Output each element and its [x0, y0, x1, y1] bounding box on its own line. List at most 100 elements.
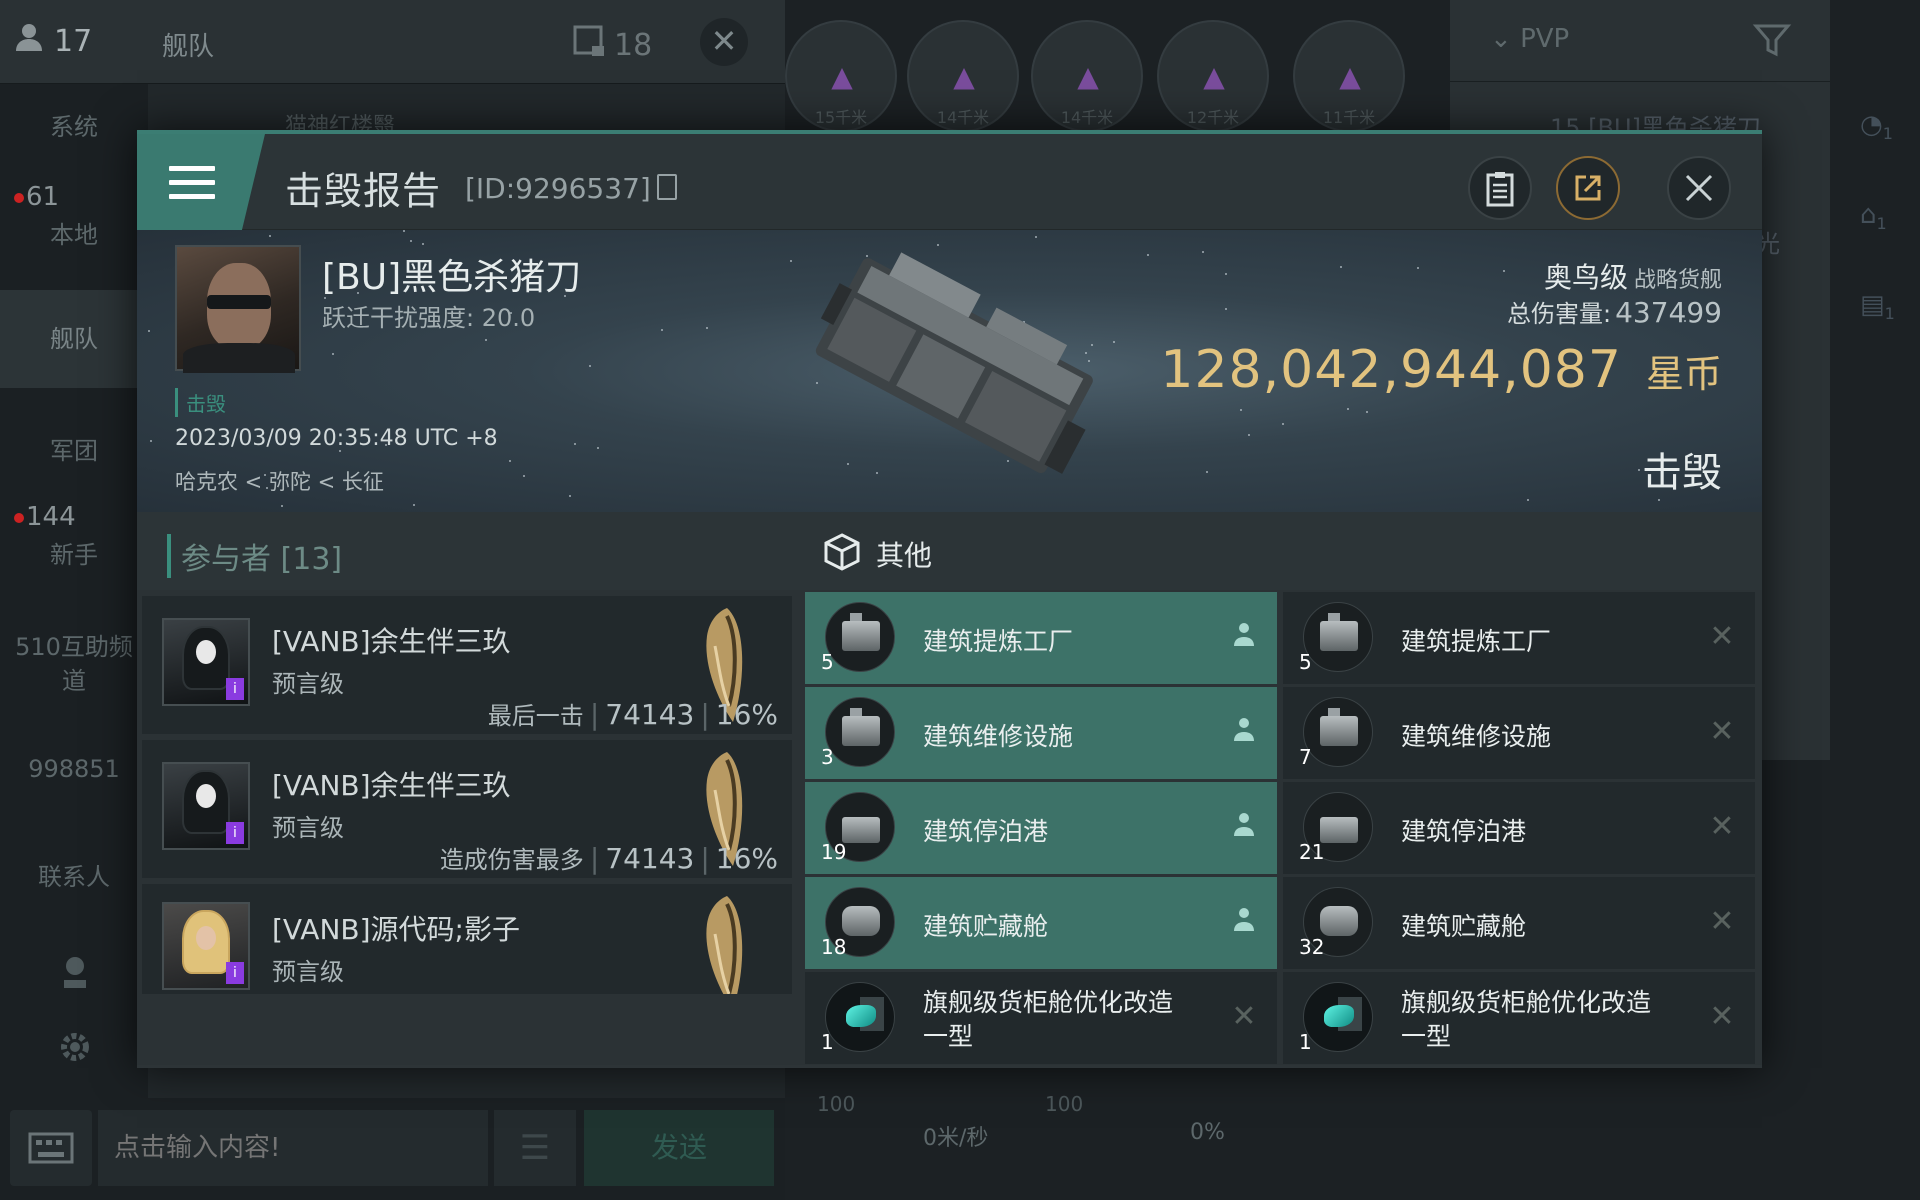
chat-menu-button[interactable]: ☰ [494, 1110, 576, 1186]
star-decoration [332, 353, 334, 355]
star-decoration [1417, 267, 1419, 269]
kill-result: 击毁 [1642, 450, 1722, 496]
channel-item-contacts[interactable]: 联系人 [0, 860, 148, 894]
star-decoration [589, 365, 591, 367]
dropped-item[interactable]: 3 建筑维修设施 [805, 687, 1277, 779]
approach-icon[interactable]: ◔1 [1860, 110, 1896, 146]
star-decoration [422, 243, 424, 245]
victim-portrait[interactable] [175, 245, 301, 373]
destroyed-item[interactable]: 5 建筑提炼工厂 ✕ [1283, 592, 1755, 684]
x-mark-icon: ✕ [1709, 714, 1735, 749]
dropped-item[interactable]: 1 旗舰级货柜舱优化改造 一型 ✕ [805, 972, 1277, 1064]
participant-name: [VANB]余生伴三玖 [272, 625, 511, 658]
x-mark-icon: ✕ [1709, 999, 1735, 1034]
kill-status-tag: 击毁 [175, 388, 226, 417]
destroyed-item[interactable]: 1 旗舰级货柜舱优化改造 一型 ✕ [1283, 972, 1755, 1064]
channel-item-system[interactable]: 系统 [0, 110, 148, 144]
star-decoration [1248, 434, 1250, 436]
channel-item-help[interactable]: 510互助频道 [0, 630, 148, 698]
orbit-icon[interactable]: ⌂1 [1860, 200, 1896, 236]
victim-name[interactable]: [BU]黑色杀猪刀 [322, 248, 581, 300]
target-bracket[interactable]: ▲ 12千米 [1157, 20, 1269, 132]
star-decoration [1225, 273, 1227, 275]
structure-repair-icon [825, 697, 895, 767]
lock-target-icon[interactable]: ▤1 [1860, 290, 1896, 326]
star-decoration [1202, 251, 1204, 253]
star-decoration [523, 475, 525, 477]
structure-refinery-icon [825, 602, 895, 672]
person-icon [1229, 622, 1259, 652]
star-decoration [1638, 469, 1640, 471]
target-bracket[interactable]: ▲ 15千米 [785, 20, 897, 132]
dropped-item[interactable]: 18 建筑贮藏舱 [805, 877, 1277, 969]
chat-message-input[interactable] [98, 1110, 488, 1186]
channel-item-local[interactable]: 本地 [0, 218, 148, 252]
participant-row[interactable]: i [VANB]源代码;影子 预言级 [142, 884, 792, 994]
keyboard-button[interactable] [10, 1110, 92, 1186]
chat-window-icon [572, 24, 606, 66]
participant-row[interactable]: i [VANB]余生伴三玖 预言级 最后一击 | 74143 | 16% [142, 596, 792, 734]
member-count[interactable]: 17 [14, 22, 92, 60]
unread-badge: 61 [14, 182, 59, 212]
chat-close-button[interactable]: ✕ [700, 18, 748, 66]
channel-item-corp[interactable]: 军团 [0, 434, 148, 468]
tier-badge-icon: i [226, 822, 244, 844]
destroyed-item[interactable]: 21 建筑停泊港 ✕ [1283, 782, 1755, 874]
ship-icon: ▲ [831, 60, 853, 93]
participant-row[interactable]: i [VANB]余生伴三玖 预言级 造成伤害最多 | 74143 | 16% [142, 740, 792, 878]
battleship-icon [697, 894, 753, 994]
settings-gear-icon[interactable] [56, 1028, 94, 1066]
person-icon [1229, 907, 1259, 937]
star-decoration [569, 495, 571, 497]
x-mark-icon: ✕ [1709, 619, 1735, 654]
rig-module-icon [825, 982, 895, 1052]
star-decoration [1225, 308, 1227, 310]
tier-badge-icon: i [226, 678, 244, 700]
ship-class[interactable]: 奥鸟级 战略货舰 [1544, 256, 1722, 296]
filter-icon[interactable] [1752, 20, 1792, 60]
chat-header: 17 舰队 18 ✕ [0, 0, 785, 84]
star-decoration [403, 230, 405, 232]
send-button[interactable]: 发送 [584, 1110, 774, 1186]
destroyed-item[interactable]: 7 建筑维修设施 ✕ [1283, 687, 1755, 779]
participant-name: [VANB]源代码;影子 [272, 913, 520, 946]
star-decoration [661, 329, 663, 331]
overview-filter-dropdown[interactable]: ⌄ PVP [1490, 24, 1569, 54]
menu-button[interactable] [137, 134, 265, 230]
dropped-item[interactable]: 5 建筑提炼工厂 [805, 592, 1277, 684]
cargo-box-icon [822, 532, 862, 572]
victim-banner: [BU]黑色杀猪刀 跃迁干扰强度: 20.0 击毁 2023/03/09 20:… [137, 230, 1762, 512]
ship-icon: ▲ [1339, 60, 1361, 93]
structure-repair-icon [1303, 697, 1373, 767]
star-decoration [1347, 408, 1349, 410]
overview-header: ⌄ PVP [1450, 0, 1830, 82]
target-bracket[interactable]: ▲ 11千米 [1293, 20, 1405, 132]
target-bracket[interactable]: ▲ 14千米 [907, 20, 1019, 132]
unread-badge: 144 [14, 502, 76, 532]
close-icon [1685, 174, 1713, 202]
kill-location[interactable]: 哈克农 < 弥陀 < 长征 [175, 466, 384, 496]
participant-stats: 造成伤害最多 | 74143 | 16% [439, 842, 778, 875]
target-bracket[interactable]: ▲ 14千米 [1031, 20, 1143, 132]
share-button[interactable] [1556, 156, 1620, 220]
overview-targets: ▲ 15千米 ▲ 14千米 ▲ 14千米 ▲ 12千米 ▲ 11千米 [785, 0, 1450, 132]
channel-item-newbie[interactable]: 新手 [0, 538, 148, 572]
star-decoration [509, 460, 511, 462]
channel-item-fleet[interactable]: 舰队 [0, 290, 148, 388]
participant-avatar: i [162, 902, 250, 990]
close-button[interactable] [1667, 156, 1731, 220]
participant-ship: 预言级 [272, 814, 344, 842]
destroyed-item[interactable]: 32 建筑贮藏舱 ✕ [1283, 877, 1755, 969]
report-button[interactable] [1468, 156, 1532, 220]
star-decoration [937, 244, 939, 246]
participant-name: [VANB]余生伴三玖 [272, 769, 511, 802]
participants-header: 参与者 [13] [137, 512, 800, 590]
dropped-item[interactable]: 19 建筑停泊港 [805, 782, 1277, 874]
voice-icon[interactable] [58, 954, 92, 994]
channel-item-998851[interactable]: 998851 [0, 752, 148, 786]
ship-hud: 100 100 0米/秒 0% [817, 1092, 1225, 1151]
star-decoration [1206, 471, 1208, 473]
total-damage: 总伤害量: 437499 [1507, 296, 1722, 329]
unread-count[interactable]: 18 [572, 24, 652, 66]
copy-id-icon[interactable] [657, 174, 677, 200]
